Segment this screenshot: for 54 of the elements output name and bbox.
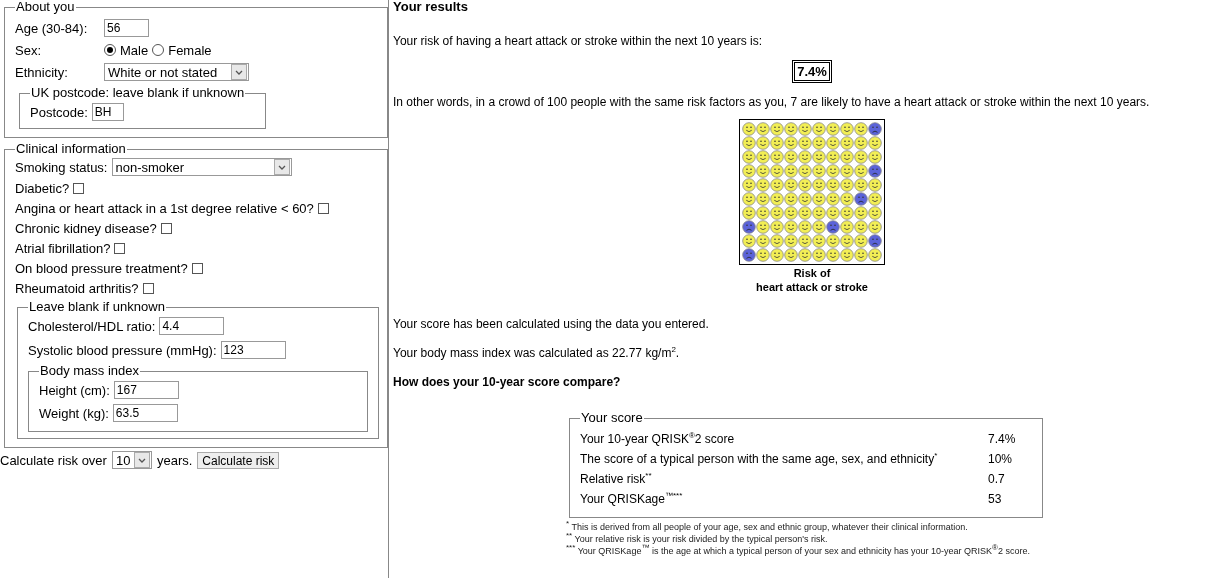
number-field[interactable]: 63.5 xyxy=(112,404,178,422)
footnote: $^{**}$ Your relative risk is your risk divided by the typical person's risk. xyxy=(566,534,828,544)
score-value: 10% xyxy=(988,451,1014,468)
field-label: Ethnicity: xyxy=(15,64,69,80)
number-field[interactable]: 123 xyxy=(220,341,286,359)
checkbox-label: Rheumatoid arthritis? xyxy=(15,280,139,296)
field-label: Smoking status: xyxy=(15,159,108,175)
checkbox-label: On blood pressure treatment? xyxy=(15,260,188,276)
field-label: Weight (kg): xyxy=(39,405,109,421)
ethnicity-select[interactable]: White or not stated xyxy=(104,63,249,81)
crowd-text: In other words, in a crowd of 100 people with the same risk factors as you, 7 are likely to have a heart attack or stroke within the next 10 years. xyxy=(393,95,1151,109)
field-label: Postcode: xyxy=(30,104,88,120)
number-field[interactable]: 167 xyxy=(113,381,179,399)
score-label: The score of a typical person with the same age, sex, and ethnicity$^{*}$ xyxy=(580,450,938,468)
postcode-field[interactable]: BH xyxy=(91,103,124,121)
footnote: $^{***}$ Your QRISKage$^{™}$ is the age at which a typical person of your sex and ethnicity has your 10-year QRISK$^{®}$2 score. xyxy=(566,546,1031,556)
field-label: Sex: xyxy=(15,42,42,58)
checkbox-label: Chronic kidney disease? xyxy=(15,220,157,236)
section-legend: Leave blank if unknown xyxy=(28,300,166,314)
smoking-select[interactable]: non-smoker xyxy=(111,158,292,176)
section-legend: Body mass index xyxy=(39,364,140,378)
compare-heading: How does your 10-year score compare? xyxy=(393,375,622,389)
score-value: 0.7 xyxy=(988,471,1006,488)
field-label: Calculate risk over xyxy=(0,452,107,468)
section-legend: Your score xyxy=(580,411,644,425)
radio-label: Male xyxy=(120,42,149,58)
calculate-button[interactable]: Calculate risk xyxy=(197,451,280,469)
number-field[interactable]: 4.4 xyxy=(159,317,225,335)
grid-caption: Risk of heart attack or stroke xyxy=(756,266,868,294)
section-legend: UK postcode: leave blank if unknown xyxy=(30,86,246,100)
score-label: Your 10-year QRISK$^{®}$2 score xyxy=(580,430,735,448)
section-legend: Clinical information xyxy=(15,142,127,156)
field-label: Height (cm): xyxy=(39,382,110,398)
field-label: Cholesterol/HDL ratio: xyxy=(28,318,156,334)
score-value: 7.4% xyxy=(988,431,1017,448)
score-label: Your QRISKage$^{™***}$ xyxy=(580,490,683,508)
radio-label: Female xyxy=(168,42,212,58)
score-value: 53 xyxy=(988,491,1003,508)
section-legend: About you xyxy=(15,0,76,14)
age-field[interactable]: 56 xyxy=(104,19,149,37)
field-label: years. xyxy=(156,452,193,468)
checkbox-label: Atrial fibrillation? xyxy=(15,240,111,256)
years-select[interactable]: 10 xyxy=(111,451,152,469)
checkbox-label: Diabetic? xyxy=(15,180,70,196)
footnote: $^{*}$ This is derived from all people of your age, sex and ethnic group, whatever their clinical information. xyxy=(566,522,969,532)
note-text: Your score has been calculated using the data you entered. xyxy=(393,317,710,331)
field-label: Systolic blood pressure (mmHg): xyxy=(28,342,217,358)
field-label: Age (30-84): xyxy=(15,20,89,36)
checkbox-label: Angina or heart attack in a 1st degree relative < 60? xyxy=(15,200,314,216)
results-heading: Your results xyxy=(393,0,469,14)
note-text: Your body mass index was calculated as 22.77 kg/m$^{2}$. xyxy=(393,346,681,360)
risk-value: 7.4% xyxy=(792,60,832,83)
intro-text: Your risk of having a heart attack or stroke within the next 10 years is: xyxy=(393,34,764,48)
score-label: Relative risk$^{**}$ xyxy=(580,470,652,488)
